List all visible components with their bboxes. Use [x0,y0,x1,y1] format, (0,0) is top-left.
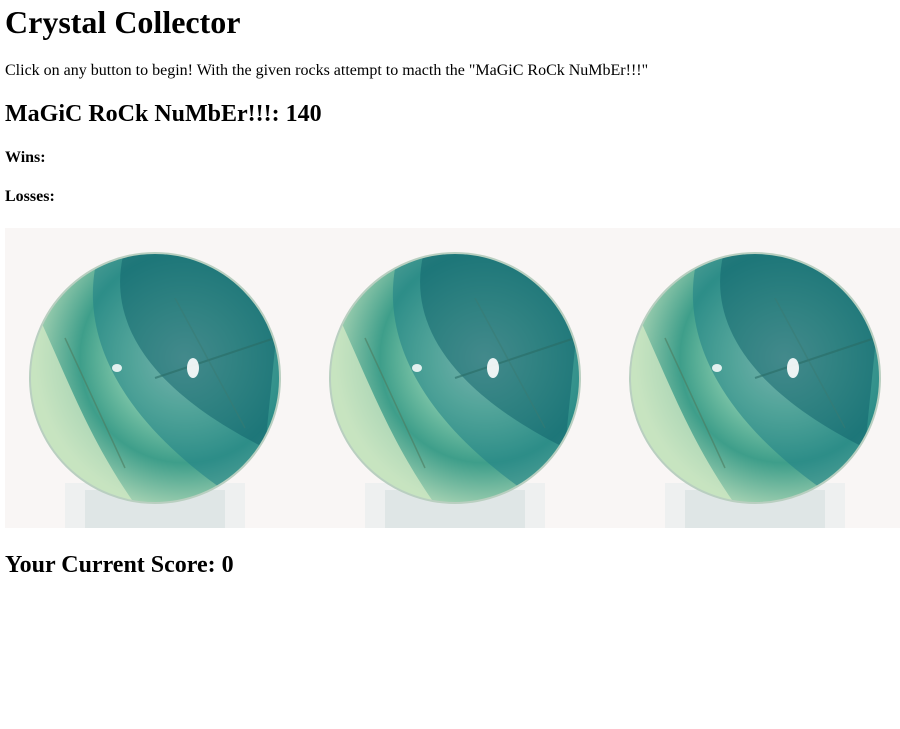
current-score-label: Your Current Score: [5,552,216,578]
magic-number-label: MaGiC RoCk NuMbEr!!!: [5,101,280,127]
crystal-button-2[interactable] [305,228,605,528]
losses-label: Losses: [5,188,55,205]
magic-number-heading: MaGiC RoCk NuMbEr!!!: 140 [5,99,322,129]
wins-label: Wins: [5,149,46,166]
instructions-text: Click on any button to begin! With the g… [5,62,649,79]
current-score-heading: Your Current Score: 0 [5,550,234,580]
crystal-button-1[interactable] [5,228,305,528]
green-fluorite-sphere-icon [629,252,881,528]
crystal-buttons-row [5,228,900,528]
magic-number-value: 140 [285,101,322,127]
green-fluorite-sphere-icon [329,252,581,528]
crystal-button-3[interactable] [605,228,900,528]
current-score-value: 0 [221,552,234,578]
losses-counter: Losses: [5,187,55,207]
crystal-collector-page: Crystal Collector Click on any button to… [0,0,900,729]
green-fluorite-sphere-icon [29,252,281,528]
page-title: Crystal Collector [5,4,241,40]
wins-counter: Wins: [5,148,46,168]
